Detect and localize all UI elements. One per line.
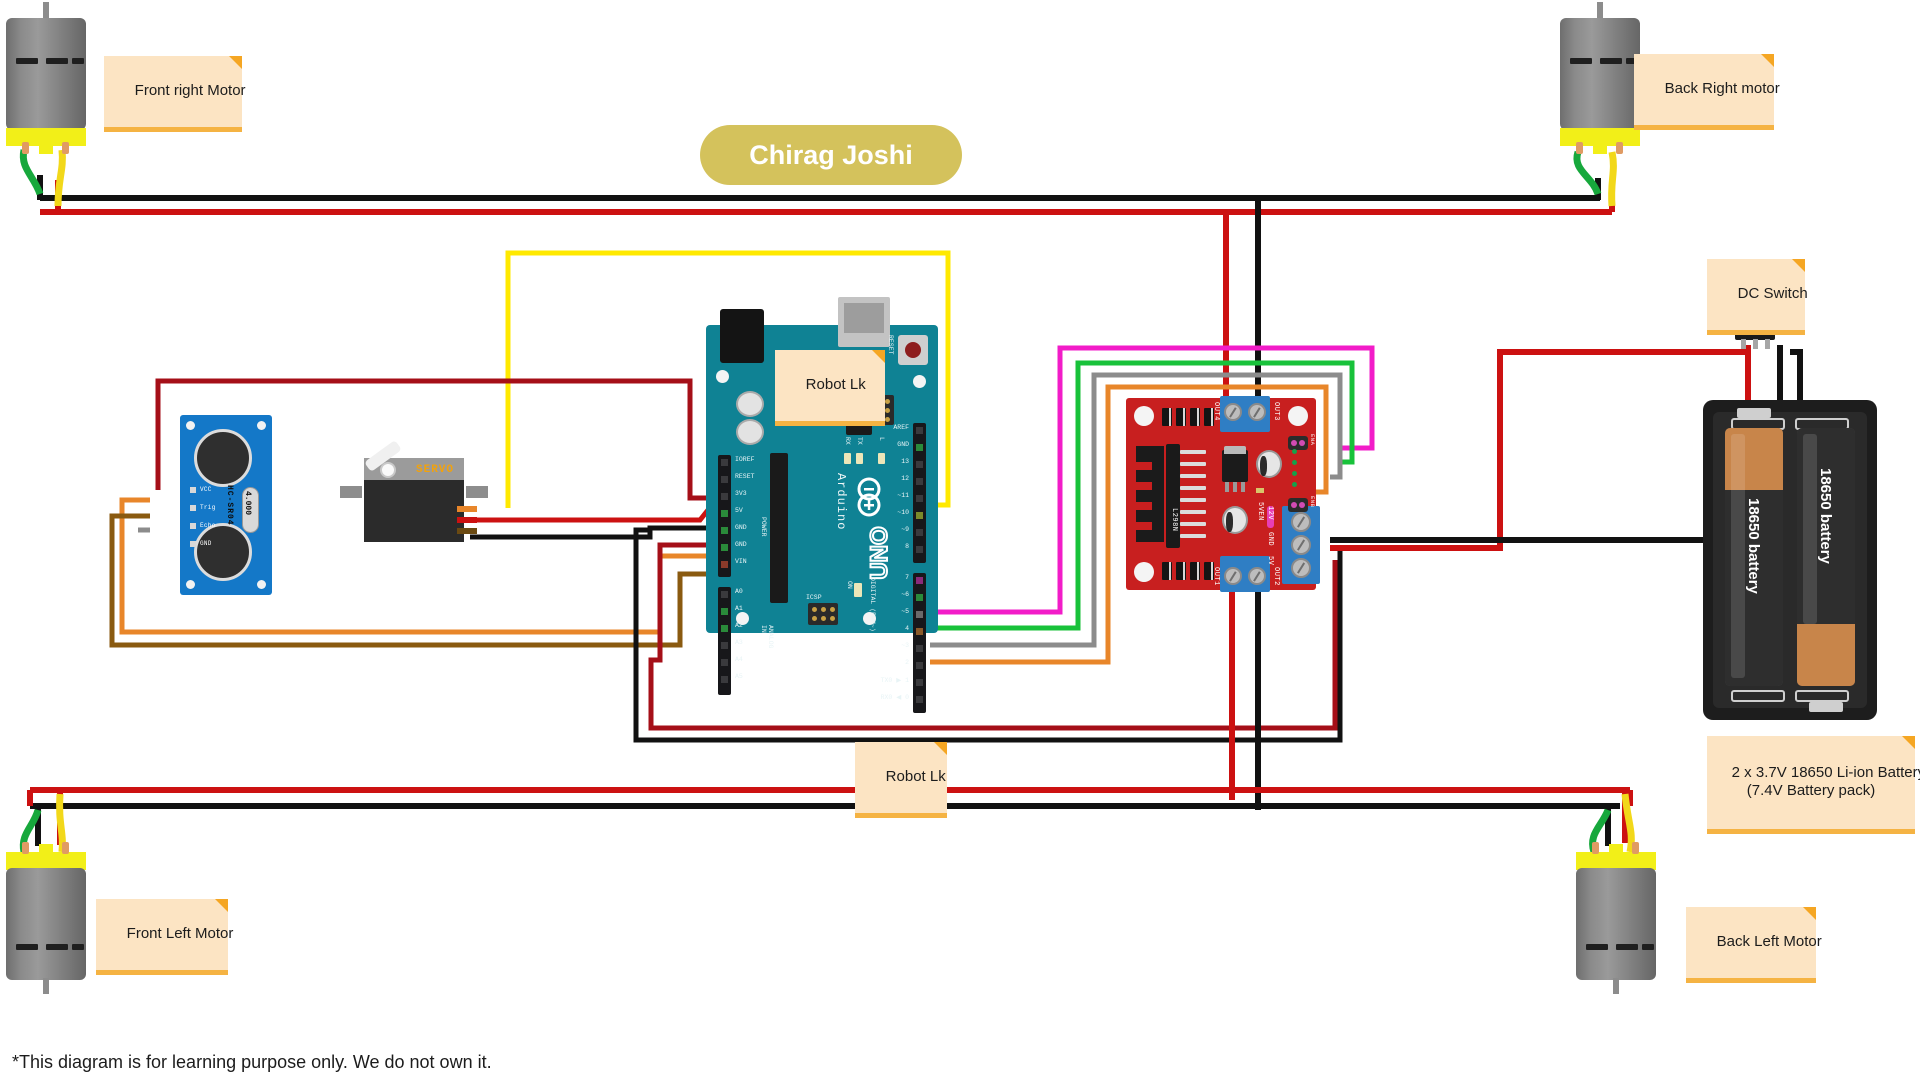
l298n-ena-label: ENA: [1309, 434, 1316, 446]
arduino-pin-11: ~11: [897, 492, 909, 499]
l298n-motor-driver: L298N 5VEN OUT4 OUT3 OUT1 OUT2 12V GND 5…: [1126, 396, 1320, 592]
l298n-enb-label: ENB: [1309, 496, 1316, 508]
hcsr-crystal-label: 4.000: [243, 491, 252, 516]
arduino-reset-label: RESET: [887, 335, 894, 355]
l298n-5ven-label: 5VEN: [1256, 502, 1264, 521]
note-front-left-motor: Front Left Motor: [96, 899, 233, 975]
note-dc-switch: DC Switch: [1707, 259, 1808, 335]
arduino-pin-gnd-1: GND: [735, 524, 747, 531]
arduino-pin-a2: A2: [735, 622, 743, 629]
svg-text:UNO: UNO: [866, 526, 893, 579]
hcsr-silkscreen: HC-SR04: [225, 485, 234, 526]
arduino-pin-a0: A0: [735, 588, 743, 595]
arduino-pin-8: 8: [905, 543, 909, 550]
arduino-tx-label: TX: [856, 437, 863, 445]
battery-cell-2: 18650 battery: [1797, 428, 1855, 686]
battery-cell-1-label: 18650 battery: [1745, 498, 1762, 594]
servo-motor: SERVO: [340, 439, 488, 544]
hcsr04-sensor: VCC Trig Echo GND HC-SR04 4.000: [180, 415, 272, 595]
note-battery-pack: 2 x 3.7V 18650 Li-ion Battery (7.4V Batt…: [1707, 736, 1920, 834]
battery-cell-1: 18650 battery: [1725, 428, 1783, 686]
arduino-pin-a5: A5: [735, 673, 743, 680]
note-back-right-motor: Back Right motor: [1634, 54, 1780, 130]
hcsr-pin-echo: Echo: [200, 522, 216, 529]
arduino-pin-reset: RESET: [735, 473, 755, 480]
arduino-wordmark: Arduino: [834, 473, 848, 531]
battery-cell-2-label: 18650 battery: [1817, 468, 1834, 564]
diagram-canvas: Chirag Joshi VCC Trig Echo GND HC-SR04 4…: [0, 0, 1920, 1080]
arduino-pin-gnd-2: GND: [735, 541, 747, 548]
motor-lead-yellow-br: [1608, 151, 1617, 207]
arduino-pin-a4: A4: [735, 656, 743, 663]
motor-back-right: [1560, 2, 1640, 154]
servo-brand-label: SERVO: [416, 464, 455, 476]
arduino-pin-a3: A3: [735, 639, 743, 646]
arduino-pin-aref: AREF: [893, 424, 909, 431]
arduino-pin-tx0: TX0 ▶ 1: [880, 677, 909, 684]
arduino-pin-12: 12: [901, 475, 909, 482]
arduino-pin-5: ~5: [901, 608, 909, 615]
motor-lead-green-fr: [19, 149, 44, 196]
motor-front-right: [6, 2, 86, 154]
arduino-pin-3: ~3: [901, 642, 909, 649]
disclaimer-text: *This diagram is for learning purpose on…: [12, 1052, 492, 1072]
arduino-pin-7: 7: [905, 574, 909, 581]
l298n-silkscreen: L298N: [1170, 508, 1178, 532]
arduino-analog-group-label: ANALOG IN: [760, 625, 774, 649]
arduino-l-label: L: [878, 437, 885, 441]
arduino-pin-9: ~9: [901, 526, 909, 533]
page-title: Chirag Joshi: [700, 125, 962, 185]
arduino-pin-rx0: RX0 ◀ 0: [880, 694, 909, 701]
arduino-pin-ioref: IOREF: [735, 456, 755, 463]
wire-batt-12v-red: [1330, 345, 1751, 551]
arduino-pin-3v3: 3V3: [735, 490, 747, 497]
motor-lead-green-br: [1573, 150, 1602, 196]
arduino-pin-10: ~10: [897, 509, 909, 516]
l298n-5v-label: 5V: [1266, 556, 1274, 566]
l298n-12v-label: 12V: [1266, 506, 1274, 521]
arduino-pin-a1: A1: [735, 605, 743, 612]
arduino-pin-gnd-d: GND: [897, 441, 909, 448]
l298n-gnd-label: GND: [1266, 532, 1274, 547]
arduino-pin-5v: 5V: [735, 507, 743, 514]
arduino-pin-13: 13: [901, 458, 909, 465]
hcsr-pin-trig: Trig: [200, 504, 216, 511]
l298n-out2-label: OUT2: [1272, 567, 1280, 586]
note-robot-lk-center: Robot Lk: [855, 742, 947, 818]
note-robot-lk-arduino: Robot Lk: [775, 350, 885, 426]
motor-front-left: [6, 842, 86, 994]
l298n-out3-label: OUT3: [1272, 402, 1280, 421]
arduino-power-group-label: POWER: [760, 517, 767, 537]
arduino-pin-6: ~6: [901, 591, 909, 598]
arduino-icsp-label: ICSP: [806, 594, 822, 601]
arduino-pin-vin: VIN: [735, 558, 747, 565]
motor-back-left: [1576, 842, 1656, 994]
note-front-right-motor: Front right Motor: [104, 56, 246, 132]
note-back-left-motor: Back Left Motor: [1686, 907, 1822, 983]
arduino-pin-2: 2: [905, 659, 909, 666]
battery-holder: 18650 battery 18650 battery: [1703, 400, 1877, 720]
l298n-out1-label: OUT1: [1212, 567, 1220, 586]
arduino-digital-group-label: DIGITAL (PWM~): [869, 577, 876, 632]
servo-lead-wires: [457, 506, 477, 534]
hcsr-pin-gnd: GND: [200, 540, 212, 547]
arduino-pin-4: 4: [905, 625, 909, 632]
hcsr-pin-vcc: VCC: [200, 486, 212, 493]
arduino-rx-label: RX: [844, 437, 851, 445]
l298n-out4-label: OUT4: [1212, 402, 1220, 421]
